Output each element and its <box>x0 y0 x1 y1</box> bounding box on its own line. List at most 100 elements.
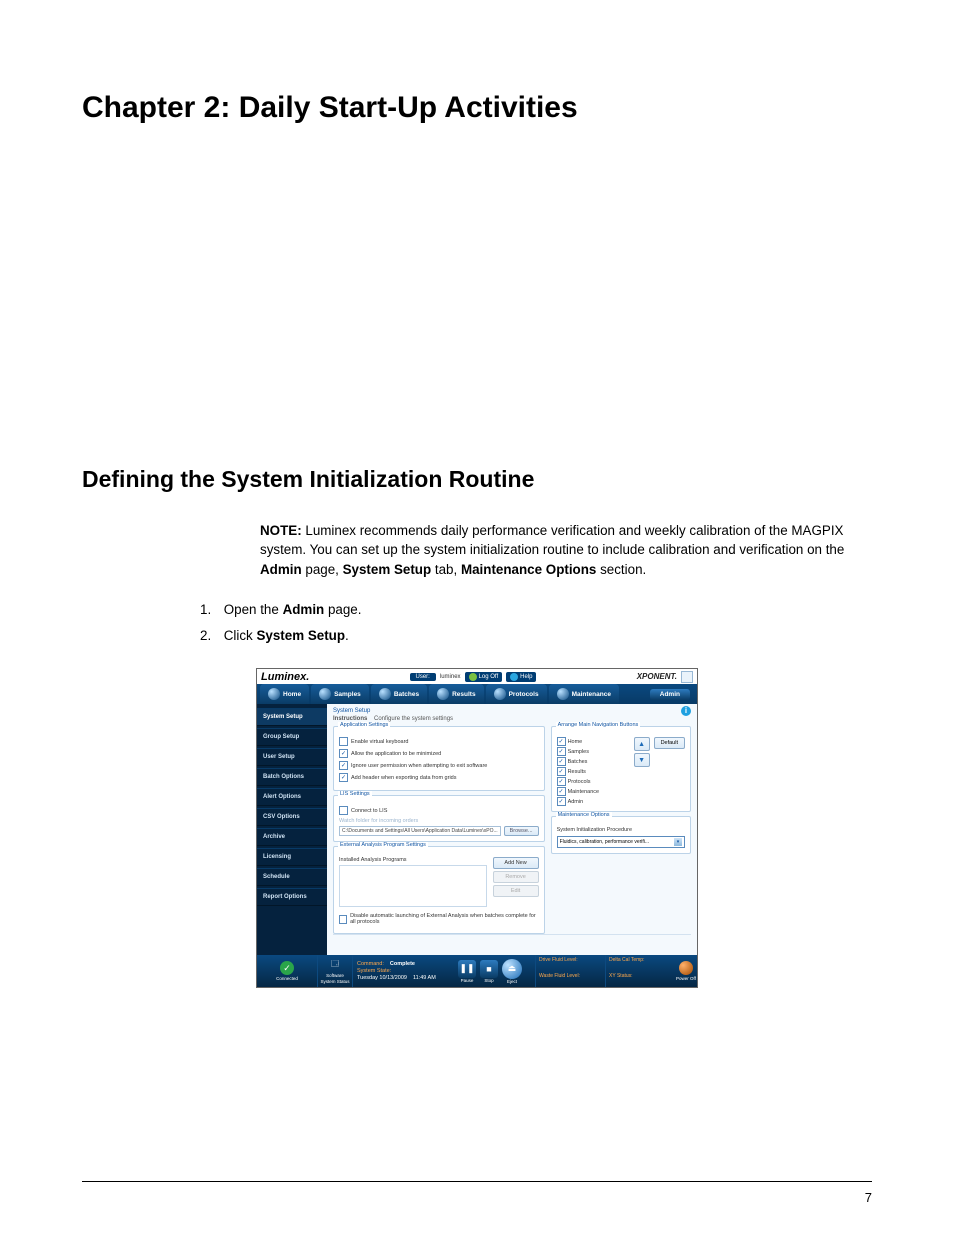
pause-button[interactable]: ❚❚ <box>458 960 476 978</box>
titlebar-center: User: luminex Log Off Help <box>410 672 537 682</box>
sidebar-item-csv-options[interactable]: CSV Options <box>257 808 327 826</box>
sidebar-item-user-setup[interactable]: User Setup <box>257 748 327 766</box>
nav-maintenance-label: Maintenance <box>572 691 611 698</box>
sidebar-item-group-setup[interactable]: Group Setup <box>257 728 327 746</box>
stop-button[interactable]: ■ <box>480 960 498 978</box>
chk-ignore-permission[interactable]: ✓Ignore user permission when attempting … <box>339 761 539 770</box>
page-footer: 7 <box>82 1181 872 1205</box>
maintenance-init-select[interactable]: Fluidics, calibration, performance verif… <box>557 836 685 848</box>
protocols-icon <box>494 688 506 700</box>
chk-allow-minimize[interactable]: ✓Allow the application to be minimized <box>339 749 539 758</box>
chapter-title: Chapter 2: Daily Start-Up Activities <box>82 90 872 126</box>
sidebar-item-report-options[interactable]: Report Options <box>257 888 327 906</box>
checkbox-icon: ✓ <box>557 757 566 766</box>
chk-connect-lis[interactable]: Connect to LIS <box>339 806 539 815</box>
xy-status-label: XY Status: <box>605 971 675 987</box>
note-bold-admin: Admin <box>260 562 302 577</box>
status-time: 11:49 AM <box>413 975 436 981</box>
lis-path-input[interactable]: C:\Documents and Settings\All Users\Appl… <box>339 826 501 836</box>
lis-watch-label: Watch folder for incoming orders <box>339 818 539 824</box>
chk-add-header[interactable]: ✓Add header when exporting data from gri… <box>339 773 539 782</box>
navopt-batches[interactable]: ✓Batches <box>557 757 630 766</box>
info-icon[interactable]: i <box>681 706 691 716</box>
system-state-label: System State: <box>357 968 391 974</box>
product-name: XPONENT. <box>637 672 677 681</box>
navopt-protocols[interactable]: ✓Protocols <box>557 777 630 786</box>
arrange-nav-fieldset: Arrange Main Navigation Buttons ✓Home ✓S… <box>551 726 691 812</box>
nav-protocols[interactable]: Protocols <box>486 684 547 704</box>
content-panel: i System Setup Instructions Configure th… <box>327 704 697 955</box>
help-button[interactable]: Help <box>506 672 536 682</box>
sidebar-item-alert-options[interactable]: Alert Options <box>257 788 327 806</box>
navopt-samples[interactable]: ✓Samples <box>557 747 630 756</box>
system-status-label: System Status <box>320 979 349 984</box>
chk-ignore-permission-label: Ignore user permission when attempting t… <box>351 763 487 769</box>
note-block: NOTE: Luminex recommends daily performan… <box>260 521 872 579</box>
samples-icon <box>319 688 331 700</box>
note-text-1: Luminex recommends daily performance ver… <box>260 523 844 557</box>
navopt-admin[interactable]: ✓Admin <box>557 797 630 806</box>
sidebar-item-batch-options[interactable]: Batch Options <box>257 768 327 786</box>
navopt-maintenance[interactable]: ✓Maintenance <box>557 787 630 796</box>
step-1-bold: Admin <box>283 602 325 617</box>
window-control-icon[interactable] <box>681 671 693 683</box>
eject-label: Eject <box>507 979 517 984</box>
sidebar-item-archive[interactable]: Archive <box>257 828 327 846</box>
maintenance-icon <box>557 688 569 700</box>
chevron-down-icon: ▾ <box>674 838 682 846</box>
eject-button[interactable]: ⏏ <box>502 959 522 979</box>
add-new-button[interactable]: Add New <box>493 857 539 869</box>
logoff-button[interactable]: Log Off <box>465 672 503 682</box>
checkbox-icon: ✓ <box>557 737 566 746</box>
chk-disable-auto-launch[interactable]: Disable automatic launching of External … <box>339 913 539 925</box>
navopt-results[interactable]: ✓Results <box>557 767 630 776</box>
step-1: Open the Admin page. <box>200 597 872 622</box>
nav-results[interactable]: Results <box>429 684 483 704</box>
sidebar-item-schedule[interactable]: Schedule <box>257 868 327 886</box>
move-up-button[interactable]: ▲ <box>634 737 650 751</box>
checkbox-icon <box>339 915 347 924</box>
application-settings-fieldset: Application Settings Enable virtual keyb… <box>333 726 545 791</box>
default-button[interactable]: Default <box>654 737 685 749</box>
navopt-home[interactable]: ✓Home <box>557 737 630 746</box>
nav-home[interactable]: Home <box>260 684 309 704</box>
edit-button[interactable]: Edit <box>493 885 539 897</box>
remove-button[interactable]: Remove <box>493 871 539 883</box>
nav-protocols-label: Protocols <box>509 691 539 698</box>
maintenance-options-fieldset: Maintenance Options System Initializatio… <box>551 816 691 854</box>
brand-logo: Luminex. <box>261 671 309 683</box>
installed-programs-list[interactable] <box>339 865 487 907</box>
main-nav: Home Samples Batches Results Protocols M… <box>257 684 697 704</box>
nav-admin[interactable]: Admin <box>650 689 690 700</box>
maintenance-init-label: System Initialization Procedure <box>557 827 685 833</box>
arrange-nav-legend: Arrange Main Navigation Buttons <box>556 722 641 728</box>
chk-virtual-keyboard[interactable]: Enable virtual keyboard <box>339 737 539 746</box>
nav-batches[interactable]: Batches <box>371 684 427 704</box>
note-bold-system-setup: System Setup <box>343 562 432 577</box>
note-mid-1: page, <box>302 562 343 577</box>
status-left: ✓ Connected <box>257 955 318 987</box>
connected-label: Connected <box>276 976 298 981</box>
external-analysis-fieldset: External Analysis Program Settings Insta… <box>333 846 545 934</box>
pause-label: Pause <box>461 978 474 983</box>
results-icon <box>437 688 449 700</box>
power-button[interactable] <box>679 961 693 975</box>
checkbox-icon: ✓ <box>557 767 566 776</box>
command-value: Complete <box>390 961 415 967</box>
maintenance-init-value: Fluidics, calibration, performance verif… <box>560 839 649 845</box>
checkbox-icon: ✓ <box>557 797 566 806</box>
nav-home-label: Home <box>283 691 301 698</box>
sidebar-item-licensing[interactable]: Licensing <box>257 848 327 866</box>
status-bar: ✓ Connected 🗔 Software System Status Com… <box>257 955 697 987</box>
sidebar-item-system-setup[interactable]: System Setup <box>257 708 327 726</box>
nav-samples[interactable]: Samples <box>311 684 369 704</box>
lis-settings-legend: LIS Settings <box>338 791 372 797</box>
nav-maintenance[interactable]: Maintenance <box>549 684 619 704</box>
move-down-button[interactable]: ▼ <box>634 753 650 767</box>
user-label: User: <box>410 673 436 681</box>
checkbox-icon: ✓ <box>557 777 566 786</box>
browse-button[interactable]: Browse... <box>504 826 539 836</box>
help-icon <box>510 673 518 681</box>
checkbox-icon: ✓ <box>339 749 348 758</box>
checkbox-icon: ✓ <box>339 761 348 770</box>
